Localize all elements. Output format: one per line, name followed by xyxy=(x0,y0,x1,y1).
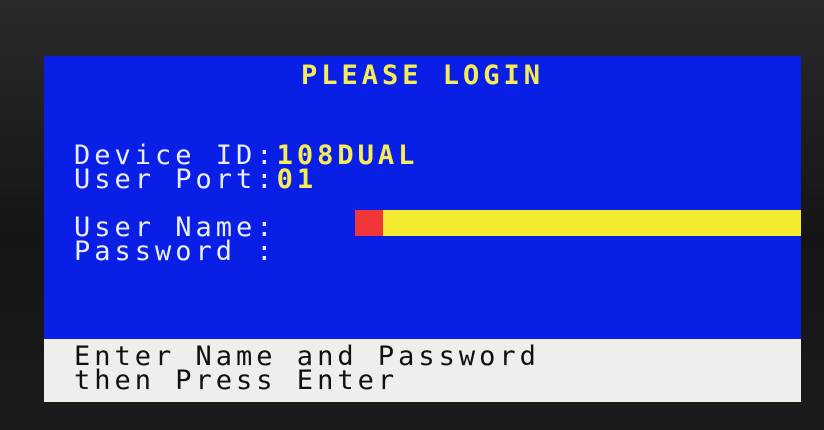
user-port-row: User Port: 01 xyxy=(74,164,318,195)
instruction-bar: Enter Name and Password then Press Enter xyxy=(44,339,801,402)
password-row: Password : xyxy=(74,236,277,267)
login-screen: PLEASE LOGIN Device ID: 108DUAL User Por… xyxy=(44,56,801,402)
instruction-line-2: then Press Enter xyxy=(74,365,399,396)
login-title: PLEASE LOGIN xyxy=(300,60,545,91)
user-name-field[interactable] xyxy=(355,210,801,236)
text-cursor xyxy=(355,210,383,236)
user-port-label: User Port: xyxy=(74,164,277,195)
user-port-value: 01 xyxy=(276,164,318,195)
password-label: Password : xyxy=(74,236,277,267)
